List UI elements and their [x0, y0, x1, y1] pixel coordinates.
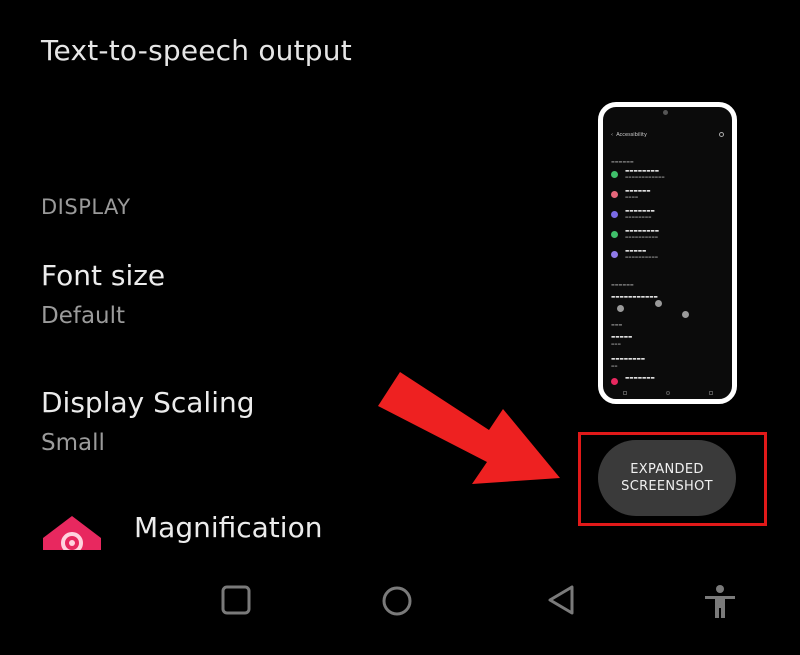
preview-list-item: ▬▬▬▬▬▬▬▬ ▬▬▬▬▬▬▬▬▬▬ — [611, 229, 721, 243]
display-scaling-item[interactable]: Display Scaling — [41, 386, 255, 419]
back-triangle-icon[interactable] — [546, 584, 578, 616]
preview-text-line: ▬▬▬▬▬▬▬▬▬▬▬ — [611, 295, 658, 300]
magnification-icon — [43, 516, 101, 550]
accessibility-person-icon[interactable] — [703, 584, 737, 620]
recents-square-icon[interactable] — [220, 584, 252, 616]
expanded-screenshot-label-line1: EXPANDED — [630, 462, 704, 477]
preview-list-item: ▬▬▬▬▬▬▬▬ ▬▬▬▬▬▬▬▬▬▬▬▬ — [611, 169, 721, 183]
magnification-item[interactable]: Magnification — [134, 511, 322, 544]
display-scaling-value: Small — [41, 430, 105, 456]
preview-category: ▬▬▬▬▬▬ — [611, 159, 634, 164]
preview-slider-dot — [682, 311, 689, 318]
display-section-header: DISPLAY — [41, 195, 131, 219]
preview-nav-bar — [603, 391, 732, 395]
preview-slider-dot — [655, 300, 662, 307]
preview-text-line: ▬▬▬▬▬ — [611, 335, 633, 340]
font-size-item[interactable]: Font size — [41, 259, 165, 292]
expanded-screenshot-label-line2: SCREENSHOT — [621, 479, 713, 494]
preview-list-item: ▬▬▬▬▬▬▬ — [611, 376, 721, 390]
preview-list-item: ▬▬▬▬▬▬ ▬▬▬▬ — [611, 189, 721, 203]
text-to-speech-output-item[interactable]: Text-to-speech output — [41, 34, 352, 67]
preview-list-item: ▬▬▬▬▬▬▬▬▬▬▬▬▬▬▬ — [611, 209, 721, 223]
preview-slider-dot — [617, 305, 624, 312]
expanded-screenshot-button[interactable]: EXPANDED SCREENSHOT — [598, 440, 736, 516]
preview-category: ▬▬▬▬▬▬ — [611, 282, 634, 287]
preview-text-line: ▬▬▬▬▬▬▬▬ — [611, 357, 646, 362]
preview-text-line: ▬▬ — [611, 364, 618, 368]
preview-header: ‹ Accessibility — [611, 132, 647, 138]
preview-list-item: ▬▬▬▬▬▬▬▬▬▬▬▬▬▬▬ — [611, 249, 721, 263]
screenshot-preview-thumbnail[interactable]: ‹ Accessibility ▬▬▬▬▬▬ ▬▬▬▬▬▬▬▬ ▬▬▬▬▬▬▬▬▬… — [598, 102, 737, 404]
preview-text-line: ▬▬▬ — [611, 342, 621, 346]
font-size-value: Default — [41, 303, 126, 329]
search-icon — [719, 132, 724, 137]
camera-dot — [663, 110, 668, 115]
home-circle-icon[interactable] — [380, 584, 414, 618]
preview-category: ▬▬▬ — [611, 322, 623, 327]
red-arrow-annotation — [378, 372, 560, 484]
